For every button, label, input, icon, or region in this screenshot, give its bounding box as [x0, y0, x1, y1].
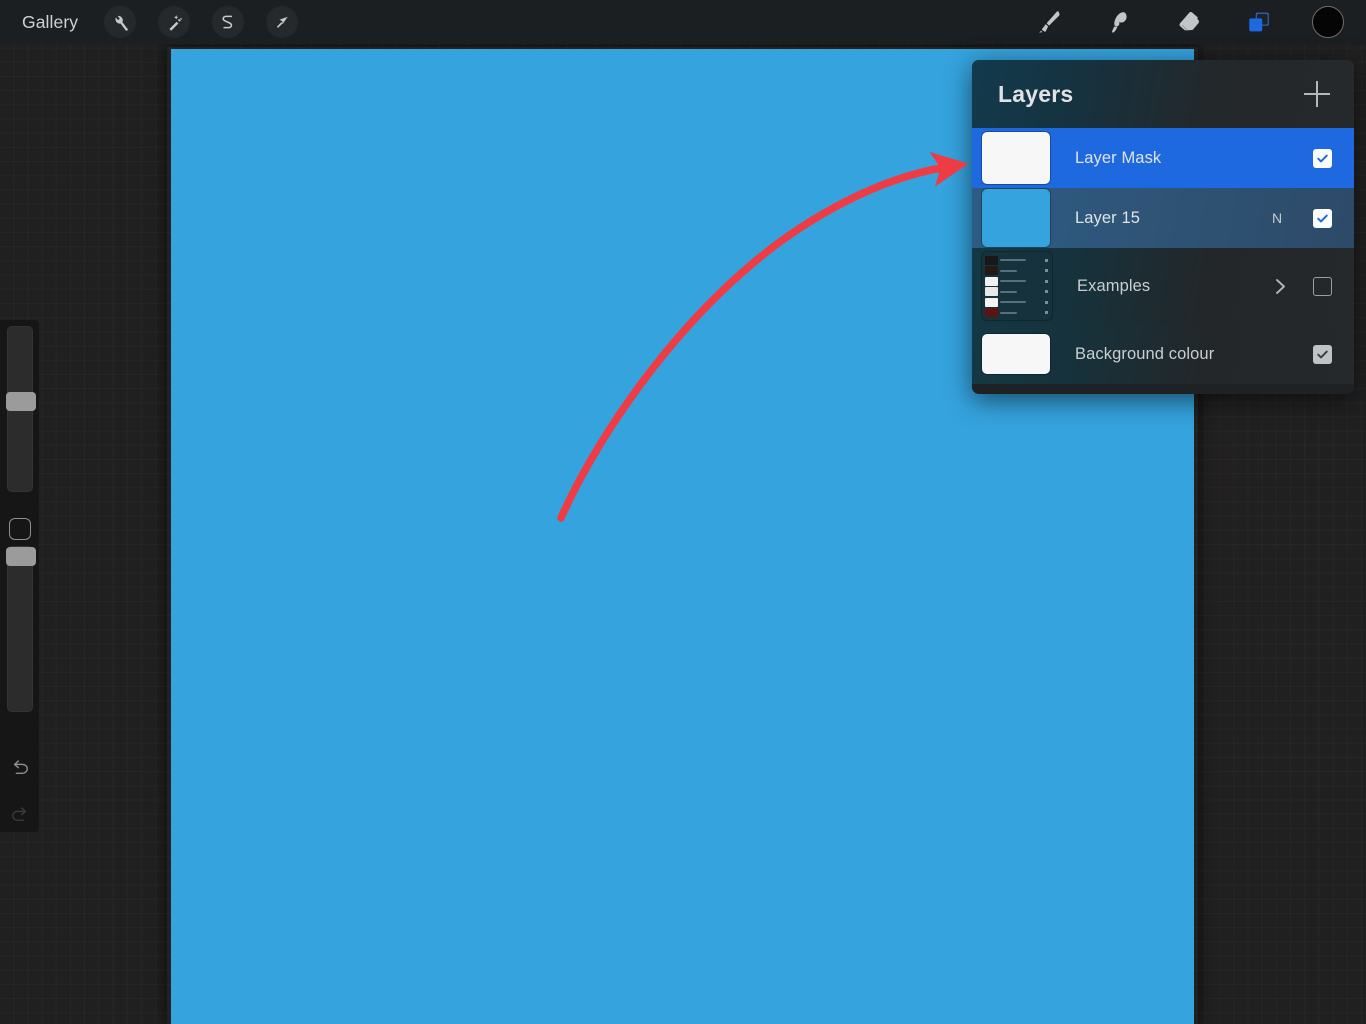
redo-button[interactable] [8, 805, 32, 832]
smudge-icon[interactable] [1102, 5, 1136, 39]
layer-thumbnail[interactable] [982, 132, 1050, 184]
layer-list: Layer Mask Layer 15 N Examples Background co… [972, 128, 1354, 384]
layer-visibility-checkbox[interactable] [1313, 276, 1332, 296]
brush-size-slider[interactable] [5, 326, 36, 493]
layer-row-controls [1263, 276, 1354, 296]
undo-button[interactable] [8, 758, 32, 785]
chevron-right-icon[interactable] [1263, 277, 1297, 296]
actions-wrench-icon[interactable] [104, 6, 137, 38]
layer-row-controls: N [1257, 208, 1354, 228]
layer-row-controls [1297, 148, 1354, 168]
layer-row[interactable]: Layer 15 N [972, 188, 1354, 248]
left-sidebar [0, 320, 39, 832]
layer-row-controls [1297, 344, 1354, 364]
layer-visibility-checkbox[interactable] [1313, 344, 1332, 364]
adjustments-magic-icon[interactable] [158, 6, 191, 38]
layer-row[interactable]: Background colour [972, 324, 1354, 384]
brush-size-thumb[interactable] [5, 392, 36, 412]
panel-title: Layers [998, 80, 1074, 107]
color-swatch[interactable] [1312, 6, 1344, 38]
modify-button[interactable] [8, 518, 31, 540]
gallery-button[interactable]: Gallery [18, 10, 82, 35]
layer-visibility-checkbox[interactable] [1313, 148, 1332, 168]
layer-thumbnail[interactable] [982, 252, 1052, 320]
layer-thumbnail[interactable] [982, 334, 1050, 374]
layers-panel: Layers Layer Mask Layer 15 N Examples Backgr… [972, 60, 1354, 394]
transform-arrow-icon[interactable] [266, 6, 299, 38]
toolbar-left-group: Gallery [0, 6, 299, 38]
paint-brush-icon[interactable] [1032, 5, 1066, 39]
add-layer-plus-icon[interactable] [1304, 81, 1330, 107]
layers-icon[interactable] [1242, 5, 1276, 39]
layer-row[interactable]: Layer Mask [972, 128, 1354, 188]
layer-row[interactable]: Examples [972, 248, 1354, 324]
layer-name: Background colour [1075, 344, 1215, 363]
selection-icon[interactable] [212, 6, 245, 38]
opacity-thumb[interactable] [5, 546, 36, 566]
layer-name: Examples [1077, 276, 1151, 295]
opacity-slider[interactable] [5, 545, 36, 713]
layer-name: Layer 15 [1075, 208, 1141, 227]
eraser-icon[interactable] [1172, 5, 1206, 39]
top-toolbar: Gallery [0, 0, 1366, 44]
layer-thumbnail[interactable] [982, 189, 1050, 247]
layers-panel-header: Layers [972, 60, 1354, 128]
layer-name: Layer Mask [1075, 148, 1162, 167]
blend-mode-label[interactable]: N [1257, 210, 1297, 226]
layer-visibility-checkbox[interactable] [1313, 208, 1332, 228]
toolbar-right-group [1032, 5, 1366, 39]
